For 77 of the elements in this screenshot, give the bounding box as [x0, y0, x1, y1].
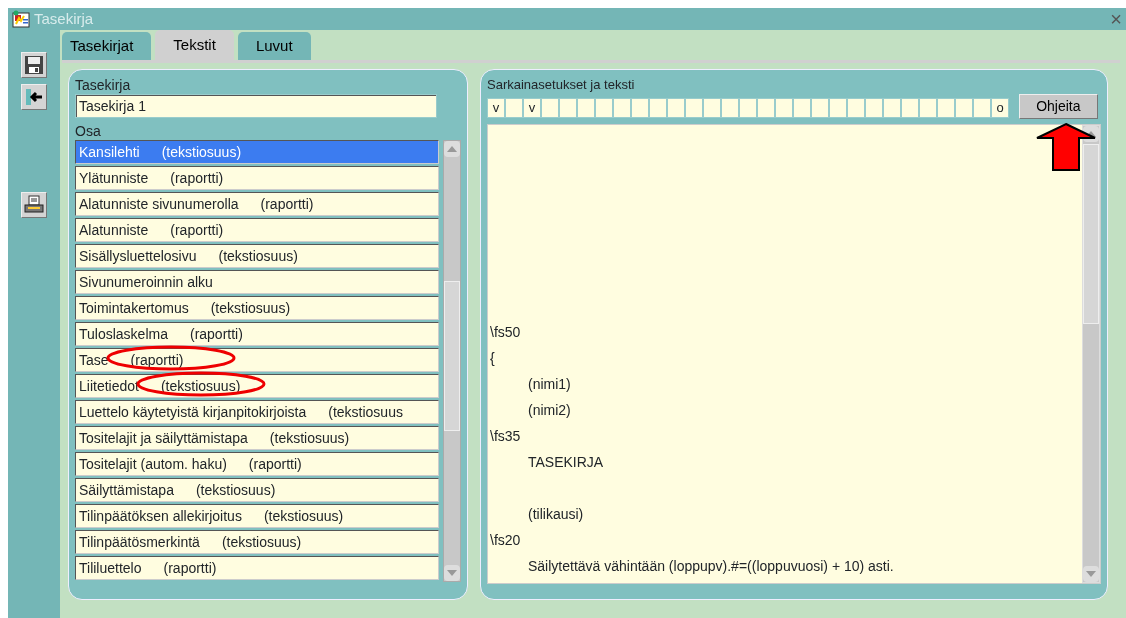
list-item[interactable]: Tuloslaskelma (raportti)	[75, 321, 439, 346]
tab-stop-cell[interactable]	[667, 98, 685, 118]
tab-stop-cell[interactable]	[613, 98, 631, 118]
exit-icon	[24, 87, 44, 107]
tab-stop-cell[interactable]	[775, 98, 793, 118]
section-label: Sarkainasetukset ja teksti	[487, 76, 636, 94]
input-field[interactable]: Tasekirja 1	[75, 94, 437, 118]
list-item[interactable]: Liitetiedot (tekstiosuus)	[75, 373, 439, 398]
tab-stop-cell[interactable]	[631, 98, 649, 118]
tab-stop-cell[interactable]	[901, 98, 919, 118]
list-item[interactable]: Sisällysluettelosivu (tekstiosuus)	[75, 243, 439, 268]
tab-stop-cell[interactable]: v	[523, 98, 541, 118]
text-line: \fs50	[490, 323, 522, 342]
tab-stop-cell[interactable]	[649, 98, 667, 118]
scroll-thumb[interactable]	[443, 280, 460, 431]
list-item[interactable]: Tositelajit ja säilyttämistapa (tekstiosuus)	[75, 425, 439, 450]
help-button[interactable]: Ohjeita	[1019, 94, 1098, 119]
tab-stop-cell[interactable]	[685, 98, 703, 118]
list-item[interactable]: Sivunumeroinnin alku	[75, 269, 439, 294]
tab-stop-cell[interactable]	[847, 98, 865, 118]
print-button[interactable]	[21, 192, 47, 218]
tab-stop-cell[interactable]: o	[991, 98, 1009, 118]
text-line: (tilikausi)	[527, 505, 585, 524]
tab-stop-cell[interactable]	[595, 98, 613, 118]
tab-stop-cell[interactable]	[919, 98, 937, 118]
tab-stop-cell[interactable]	[973, 98, 991, 118]
list-item[interactable]: Kansilehti (tekstiosuus)	[75, 139, 439, 164]
window-title: Tasekirja	[34, 8, 94, 29]
list-item[interactable]: Säilyttämistapa (tekstiosuus)	[75, 477, 439, 502]
tab-stop-cell[interactable]	[829, 98, 847, 118]
list-item[interactable]: Tilinpäätöksen allekirjoitus (tekstiosuus)	[75, 503, 439, 528]
text-line: {	[490, 349, 496, 368]
text-line: \fs35	[490, 427, 522, 446]
tab-stop-cell[interactable]	[757, 98, 775, 118]
tab-stop-cell[interactable]	[937, 98, 955, 118]
tab-stop-cell[interactable]	[703, 98, 721, 118]
tab-stop-cell[interactable]	[883, 98, 901, 118]
field-label: Tasekirja	[75, 76, 132, 94]
tab-stop-cell[interactable]	[739, 98, 757, 118]
tab[interactable]: Luvut	[237, 32, 311, 60]
list-item[interactable]: Toimintakertomus (tekstiosuus)	[75, 295, 439, 320]
text-line: (nimi1)	[527, 375, 572, 394]
save-icon	[24, 55, 44, 75]
tab[interactable]: Tasekirjat	[62, 32, 152, 60]
scrollbar[interactable]	[442, 139, 461, 582]
list-item[interactable]: Tositelajit (autom. haku) (raportti)	[75, 451, 439, 476]
scroll-down-icon[interactable]	[443, 564, 460, 581]
tab-stop-cell[interactable]	[559, 98, 577, 118]
text-line: \fs20	[490, 531, 522, 550]
tab-stop-cell[interactable]	[505, 98, 523, 118]
scroll-thumb[interactable]	[1083, 144, 1099, 324]
tab-stop-cell[interactable]: v	[487, 98, 505, 118]
tab-stop-cell[interactable]	[865, 98, 883, 118]
app-icon	[12, 10, 30, 28]
list-item[interactable]: Alatunniste (raportti)	[75, 217, 439, 242]
list-item[interactable]: Alatunniste sivunumerolla (raportti)	[75, 191, 439, 216]
field-label: Osa	[75, 121, 102, 140]
list-item[interactable]: Tase (raportti)	[75, 347, 439, 372]
text-editor[interactable]: \fs50 { (nimi1) (nimi2) \fs35 TASEKIRJA (tilikausi) \fs20 Säilytettävä vähintään (loppupv).#=((loppuvuosi) + 10) asti.	[487, 124, 1101, 584]
text-line: Säilytettävä vähintään (loppupv).#=((loppuvuosi) + 10) asti.	[527, 557, 895, 576]
exit-button[interactable]	[21, 84, 47, 110]
list-item[interactable]: Ylätunniste (raportti)	[75, 165, 439, 190]
tab-stop-cell[interactable]	[541, 98, 559, 118]
tab-stop-cell[interactable]	[577, 98, 595, 118]
scroll-down-icon[interactable]	[1083, 566, 1099, 582]
tab-stop-cell[interactable]	[793, 98, 811, 118]
save-button[interactable]	[21, 52, 47, 78]
tab-stop-cell[interactable]	[811, 98, 829, 118]
tab-stop-cell[interactable]	[721, 98, 739, 118]
tab-stop-cell[interactable]	[955, 98, 973, 118]
list-item[interactable]: Luettelo käytetyistä kirjanpitokirjoista (tekstiosuus	[75, 399, 439, 424]
text-line: TASEKIRJA	[527, 453, 605, 472]
list-item[interactable]: Tililuettelo (raportti)	[75, 555, 439, 580]
tab[interactable]: Tekstit	[155, 30, 234, 60]
printer-icon	[24, 195, 44, 215]
text-line: (nimi2)	[527, 401, 572, 420]
list-item[interactable]: Tilinpäätösmerkintä (tekstiosuus)	[75, 529, 439, 554]
